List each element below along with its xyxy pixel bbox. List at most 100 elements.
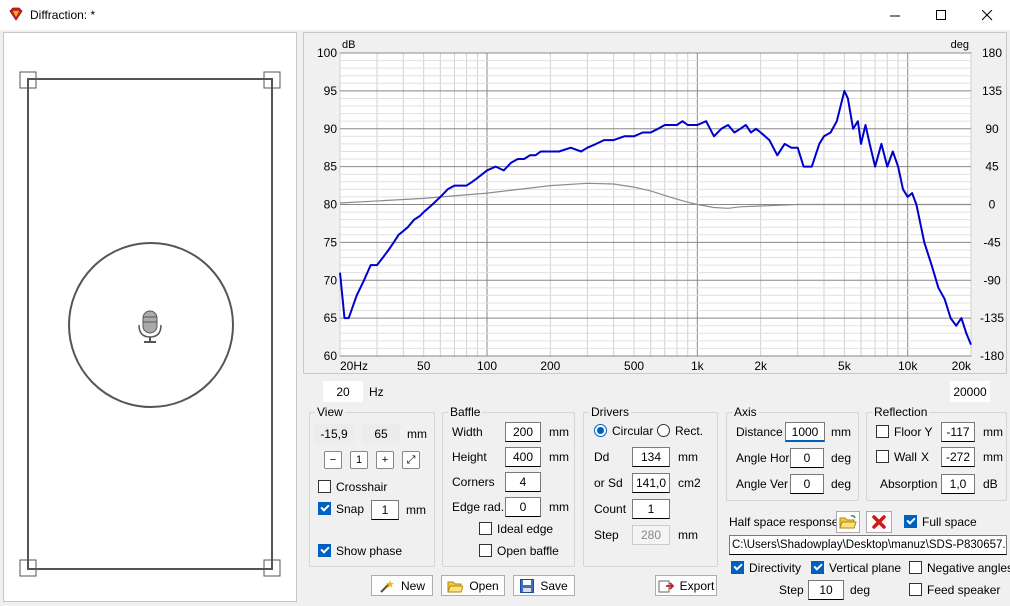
y-axis-unit: dB [342, 39, 355, 51]
edge-radius-input[interactable]: 0 [505, 497, 541, 517]
vertical-plane-checkbox[interactable] [811, 561, 824, 574]
app-diamond-icon [9, 7, 23, 21]
corners-label: Corners [452, 475, 495, 489]
width-unit: mm [549, 425, 569, 439]
angle-hor-input[interactable]: 0 [790, 448, 824, 468]
view-y-display: 65 [362, 424, 400, 444]
half-space-clear-button[interactable] [866, 511, 892, 533]
absorption-unit: dB [983, 477, 998, 491]
minimize-button[interactable] [872, 0, 918, 30]
corners-input[interactable]: 4 [505, 472, 541, 492]
x-tick-label: 200 [540, 359, 560, 373]
edge-radius-unit: mm [549, 500, 569, 514]
angle-ver-label: Angle Ver [736, 477, 789, 491]
count-input[interactable]: 1 [632, 499, 670, 519]
rect-label: Rect. [675, 424, 704, 438]
distance-input[interactable]: 1000 [785, 422, 825, 442]
save-button[interactable]: Save [513, 575, 575, 596]
export-icon [658, 580, 674, 592]
height-label: Height [452, 450, 487, 464]
floppy-disk-icon [520, 578, 535, 593]
circular-label: Circular [612, 424, 654, 438]
wall-checkbox[interactable] [876, 450, 889, 463]
view-x-display: -15,9 [314, 424, 354, 444]
x-tick-label: 100 [477, 359, 497, 373]
half-space-label: Half space response [729, 515, 839, 529]
window-title: Diffraction: * [30, 8, 96, 22]
ideal-edge-checkbox[interactable] [479, 522, 492, 535]
y2-tick-label: 45 [985, 160, 999, 174]
directivity-step-unit: deg [850, 583, 871, 597]
distance-unit: mm [831, 425, 851, 439]
frequency-response-chart[interactable]: 100 95 90 85 80 75 70 65 60 180 135 90 45 0 -45 -90 -135… [303, 32, 1007, 374]
width-input[interactable]: 200 [505, 422, 541, 442]
dd-label: Dd [594, 450, 610, 464]
open-button-label: Open [469, 578, 499, 593]
half-space-path-input[interactable]: C:\Users\Shadowplay\Desktop\manuz\SDS-P8… [729, 535, 1007, 555]
y2-tick-label: -45 [983, 235, 1001, 249]
x-tick-label: 20k [952, 359, 972, 373]
close-button[interactable] [964, 0, 1010, 30]
open-button[interactable]: Open [441, 575, 505, 596]
circular-radio[interactable] [594, 424, 607, 437]
zoom-reset-icon[interactable]: 1 [350, 451, 368, 469]
directivity-step-label: Step [779, 583, 804, 597]
snap-input[interactable]: 1 [371, 500, 399, 520]
absorption-label: Absorption [880, 477, 938, 491]
freq-max-input[interactable]: 20000 [950, 381, 990, 402]
open-baffle-checkbox[interactable] [479, 544, 492, 557]
floor-unit: mm [983, 425, 1003, 439]
full-space-checkbox[interactable] [904, 515, 917, 528]
new-button-label: New [400, 578, 425, 593]
fit-all-icon[interactable]: ⤢ [402, 451, 420, 469]
baffle-canvas[interactable] [3, 32, 297, 602]
directivity-checkbox[interactable] [731, 561, 744, 574]
sd-input[interactable]: 141,0 [632, 473, 670, 493]
zoom-in-icon[interactable]: + [376, 451, 394, 469]
floor-checkbox[interactable] [876, 425, 889, 438]
dd-unit: mm [678, 450, 698, 464]
y-tick-label: 65 [324, 311, 338, 325]
show-phase-checkbox[interactable] [318, 544, 331, 557]
dd-input[interactable]: 134 [632, 447, 670, 467]
snap-checkbox[interactable] [318, 502, 331, 515]
y2-tick-label: -90 [983, 273, 1001, 287]
rect-radio[interactable] [657, 424, 670, 437]
new-button[interactable]: New [371, 575, 433, 596]
freq-min-input[interactable]: 20 [323, 381, 363, 402]
angle-hor-label: Angle Hor [736, 451, 790, 465]
floor-input[interactable]: -117 [941, 422, 975, 442]
reflection-group-title: Reflection [872, 405, 930, 419]
height-unit: mm [549, 450, 569, 464]
show-phase-label: Show phase [336, 544, 403, 558]
negative-angles-checkbox[interactable] [909, 561, 922, 574]
count-label: Count [594, 502, 627, 516]
x-tick-label: 50 [417, 359, 431, 373]
y2-tick-label: 180 [982, 46, 1002, 60]
wall-axis-label: X [921, 450, 930, 464]
zoom-out-icon[interactable]: − [324, 451, 342, 469]
full-space-label: Full space [922, 515, 977, 529]
angle-ver-input[interactable]: 0 [790, 474, 824, 494]
save-button-label: Save [540, 578, 568, 593]
crosshair-checkbox[interactable] [318, 480, 331, 493]
y2-axis-unit: deg [951, 39, 969, 51]
x-tick-label: 2k [754, 359, 768, 373]
directivity-step-input[interactable]: 10 [808, 580, 844, 600]
edge-radius-label: Edge rad. [452, 500, 505, 514]
export-button[interactable]: Export [655, 575, 717, 596]
drivers-group-title: Drivers [589, 405, 631, 419]
feed-speaker-checkbox[interactable] [909, 583, 922, 596]
y-tick-label: 70 [324, 273, 338, 287]
red-x-icon [872, 515, 886, 529]
export-button-label: Export [679, 578, 715, 593]
half-space-open-button[interactable] [836, 511, 860, 533]
y-tick-label: 90 [324, 122, 338, 136]
height-input[interactable]: 400 [505, 447, 541, 467]
wall-input[interactable]: -272 [941, 447, 975, 467]
absorption-input[interactable]: 1,0 [941, 474, 975, 494]
wall-unit: mm [983, 450, 1003, 464]
maximize-button[interactable] [918, 0, 964, 30]
chart-svg: 100 95 90 85 80 75 70 65 60 180 135 90 45 0 -45 -90 -135… [317, 39, 1004, 373]
angle-hor-unit: deg [831, 451, 852, 465]
